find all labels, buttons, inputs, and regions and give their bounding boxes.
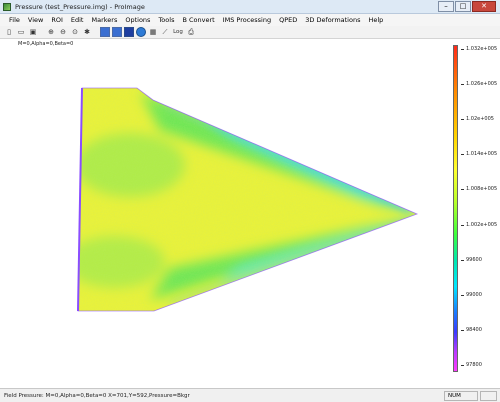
color-scale-tick [461, 119, 464, 121]
window-title: Pressure (test_Pressure.img) - ProImage [15, 3, 145, 11]
menu-tools[interactable]: Tools [154, 16, 178, 24]
color-scale-label: 1.008e+005 [466, 186, 498, 193]
window-controls: – □ ✕ [438, 1, 496, 12]
color-scale-tick [461, 365, 464, 366]
color-scale-label: 97800 [466, 362, 482, 368]
save-icon[interactable]: ▣ [28, 27, 38, 37]
zoom-in-icon[interactable]: ⊕ [46, 27, 56, 37]
close-button[interactable]: ✕ [472, 1, 496, 12]
color-scale-bar [453, 45, 458, 372]
num-lock-indicator: NUM [444, 391, 478, 401]
pressure-field-view[interactable] [0, 39, 442, 386]
color-scale-label: 1.002e+005 [466, 221, 498, 228]
menu-3d-deformations[interactable]: 3D Deformations [301, 16, 364, 24]
zoom-fit-icon[interactable]: ⊙ [70, 27, 80, 37]
color-scale-tick [461, 189, 464, 191]
menu-roi[interactable]: ROI [47, 16, 67, 24]
menu-view[interactable]: View [24, 16, 47, 24]
new-file-icon[interactable]: ▯ [4, 27, 14, 37]
menu-options[interactable]: Options [121, 16, 154, 24]
color-scale-label: 1.032e+005 [466, 46, 498, 52]
menu-file[interactable]: File [5, 16, 24, 24]
menu-markers[interactable]: Markers [87, 16, 121, 24]
pressure-map [78, 88, 417, 311]
noise-texture [78, 88, 417, 311]
view-mode-icon[interactable] [100, 27, 110, 37]
menu-edit[interactable]: Edit [67, 16, 88, 24]
menu-qped[interactable]: QPED [275, 16, 301, 24]
status-bar: Field Pressure: M=0,Alpha=0,Beta=0 X=701… [0, 388, 500, 402]
toolbar-separator [40, 27, 44, 37]
color-scale-label: 1.014e+005 [466, 151, 498, 158]
toolbar-separator [94, 27, 98, 37]
color-map-icon[interactable] [124, 27, 134, 37]
color-scale-tick [461, 154, 464, 156]
status-message: Field Pressure: M=0,Alpha=0,Beta=0 X=701… [4, 393, 190, 399]
print-icon[interactable]: ⎙ [186, 27, 196, 37]
zoom-out-icon[interactable]: ⊖ [58, 27, 68, 37]
color-scale-tick [461, 84, 464, 86]
title-bar: Pressure (test_Pressure.img) - ProImage … [0, 0, 500, 14]
status-panel-empty [480, 391, 497, 401]
color-scale-tick [461, 224, 464, 226]
color-scale-tick [461, 294, 464, 296]
color-scale-label: 98400 [466, 326, 482, 333]
marker-tool-icon[interactable]: ✱ [82, 27, 92, 37]
minimize-button[interactable]: – [438, 1, 454, 12]
color-scale-tick [461, 49, 464, 50]
color-scale-label: 99000 [466, 291, 482, 298]
color-scale-label: 1.026e+005 [466, 81, 498, 88]
menu-b-convert[interactable]: B Convert [178, 16, 218, 24]
maximize-button[interactable]: □ [455, 1, 471, 12]
toolbar: ▯ ▭ ▣ ⊕ ⊖ ⊙ ✱ ▦ ⟋ Log ⎙ [0, 26, 500, 39]
globe-icon[interactable] [136, 27, 146, 37]
app-icon [3, 3, 11, 11]
menu-help[interactable]: Help [364, 16, 387, 24]
color-scale-label: 99600 [466, 256, 482, 263]
open-folder-icon[interactable]: ▭ [16, 27, 26, 37]
line-plot-icon[interactable]: ⟋ [160, 27, 170, 37]
grid-icon[interactable]: ▦ [148, 27, 158, 37]
color-scale-tick [461, 259, 464, 261]
log-scale-toggle[interactable]: Log [172, 27, 184, 37]
color-scale-tick [461, 329, 464, 331]
menu-bar: File View ROI Edit Markers Options Tools… [0, 14, 500, 26]
overlay-mode-icon[interactable] [112, 27, 122, 37]
menu-ims-processing[interactable]: IMS Processing [219, 16, 275, 24]
color-scale-label: 1.02e+005 [466, 116, 494, 123]
